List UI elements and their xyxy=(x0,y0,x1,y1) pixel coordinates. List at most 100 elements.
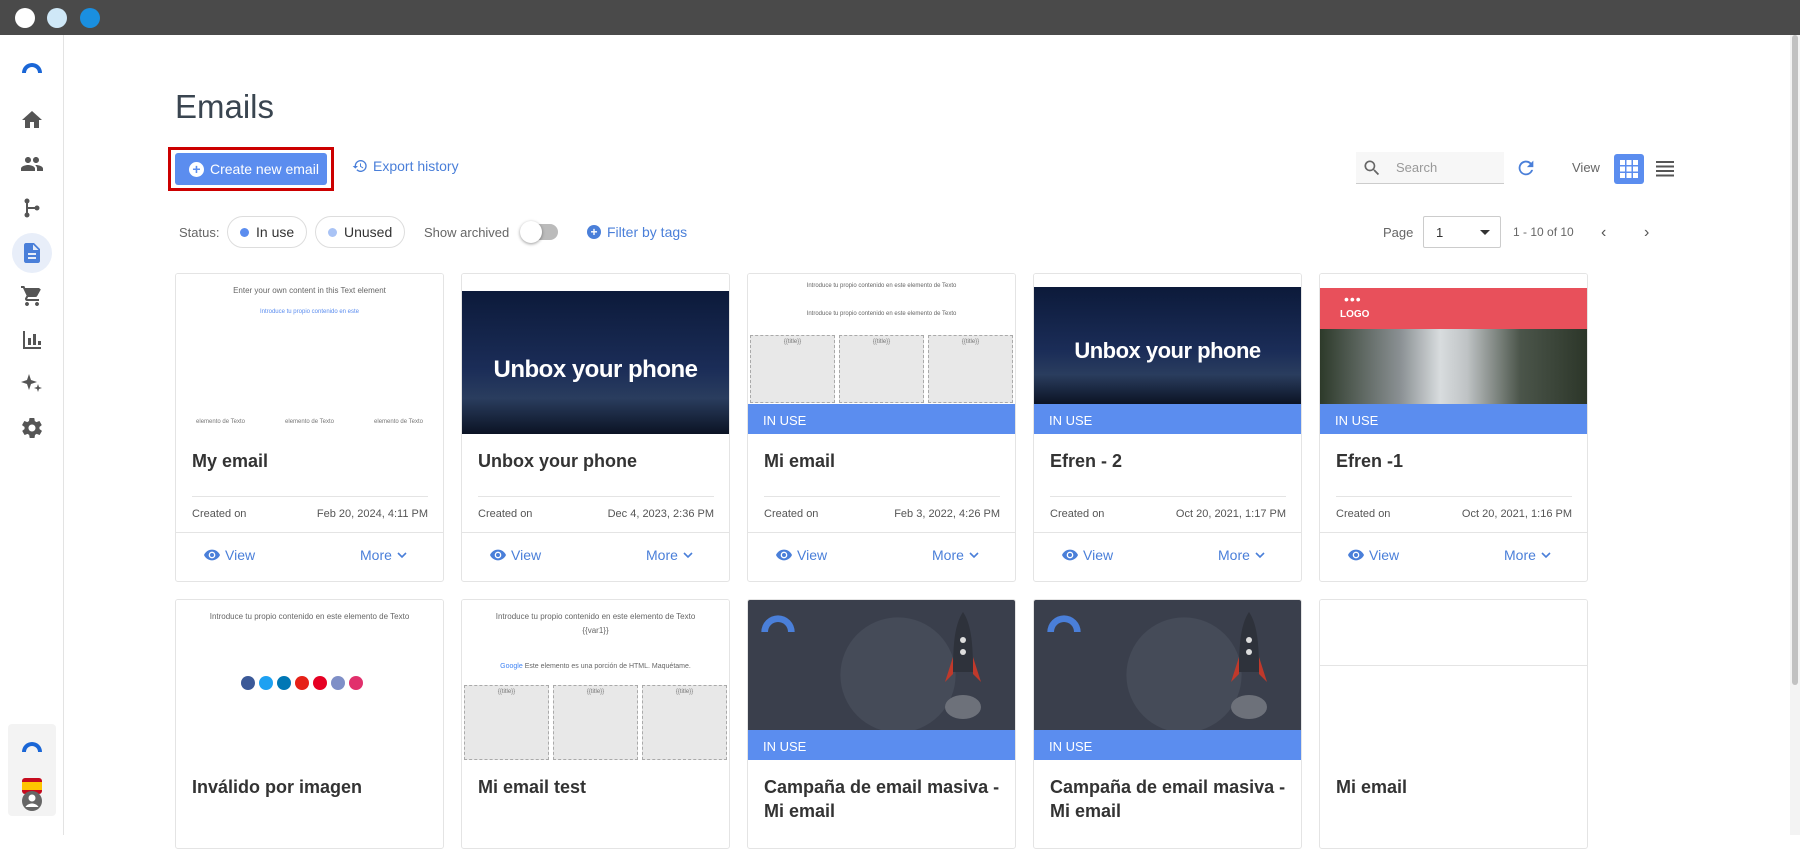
twitter-icon xyxy=(259,676,273,690)
more-label: More xyxy=(1218,547,1250,563)
reports-icon[interactable] xyxy=(18,326,46,354)
email-name: My email xyxy=(192,451,269,471)
export-history-link[interactable]: Export history xyxy=(352,158,459,174)
in-use-filter[interactable]: In use xyxy=(227,216,308,248)
filter-by-tags-label: Filter by tags xyxy=(607,224,688,240)
thumbnail-column: elemento de Texto xyxy=(178,416,263,425)
email-name: Unbox your phone xyxy=(478,451,637,471)
thumbnail-text: {{var1}} xyxy=(582,626,609,635)
email-card[interactable]: IN USE Campaña de email masiva - Mi emai… xyxy=(1033,599,1302,849)
google-text: Google xyxy=(500,663,523,670)
more-button[interactable]: More xyxy=(646,547,693,563)
email-name: Mi email xyxy=(1336,777,1408,797)
email-card[interactable]: Enter your own content in this Text elem… xyxy=(175,273,444,582)
email-card[interactable]: Unbox your phone IN USE Efren - 2 Create… xyxy=(1033,273,1302,582)
more-button[interactable]: More xyxy=(1218,547,1265,563)
show-archived-toggle[interactable] xyxy=(520,221,558,243)
eye-icon xyxy=(1062,549,1078,561)
email-name: Efren - 2 xyxy=(1050,451,1123,471)
refresh-icon[interactable] xyxy=(1515,157,1537,184)
more-button[interactable]: More xyxy=(360,547,407,563)
user-icon[interactable] xyxy=(18,787,46,815)
thumbnail-text: Introduce tu propio contenido en este el… xyxy=(806,283,957,289)
email-name: Mi email xyxy=(764,451,836,471)
search-field[interactable]: Search xyxy=(1356,152,1504,184)
email-card[interactable]: Introduce tu propio contenido en este el… xyxy=(461,599,730,849)
scrollbar-thumb[interactable] xyxy=(1792,35,1798,685)
home-icon[interactable] xyxy=(18,106,46,134)
logo-icon[interactable] xyxy=(18,732,46,760)
create-new-email-label: Create new email xyxy=(210,161,319,177)
card-actions: View More xyxy=(1320,532,1587,576)
more-button[interactable]: More xyxy=(932,547,979,563)
settings-icon[interactable] xyxy=(18,414,46,442)
thumbnail-column: elemento de Texto xyxy=(356,416,441,425)
email-name: Mi email test xyxy=(478,777,587,797)
contacts-icon[interactable] xyxy=(18,150,46,178)
logo-icon[interactable] xyxy=(18,53,46,81)
content-icon[interactable] xyxy=(12,233,52,273)
create-new-email-button[interactable]: + Create new email xyxy=(175,153,327,185)
thumbnail-column: {{title}} xyxy=(839,335,924,403)
view-button[interactable]: View xyxy=(204,547,255,563)
email-card[interactable]: Unbox your phone Unbox your phone Create… xyxy=(461,273,730,582)
globe-icon xyxy=(840,617,956,733)
ai-icon[interactable] xyxy=(18,370,46,398)
list-view-icon[interactable] xyxy=(1650,154,1680,184)
prev-page-icon[interactable]: ‹ xyxy=(1601,224,1606,242)
email-card[interactable]: Introduce tu propio contenido en este el… xyxy=(747,273,1016,582)
social-icons xyxy=(241,676,363,690)
email-thumbnail: IN USE xyxy=(1034,600,1301,760)
email-card[interactable]: Introduce tu propio contenido en este el… xyxy=(175,599,444,849)
logo-icon xyxy=(1047,615,1081,632)
thumbnail-html-text: Google Este elemento es una porción de H… xyxy=(462,663,729,670)
view-button[interactable]: View xyxy=(1348,547,1399,563)
view-button[interactable]: View xyxy=(1062,547,1113,563)
eye-icon xyxy=(776,549,792,561)
more-label: More xyxy=(646,547,678,563)
page-title: Emails xyxy=(175,88,275,125)
card-actions: View More xyxy=(462,532,729,576)
chevron-down-icon xyxy=(683,551,693,558)
thumbnail-column: {{title}} xyxy=(642,685,727,760)
thumbnail-text: Introduce tu propio contenido en este el… xyxy=(495,612,696,621)
flows-icon[interactable] xyxy=(18,194,46,222)
export-history-label: Export history xyxy=(373,158,459,174)
more-button[interactable]: More xyxy=(1504,547,1551,563)
email-thumbnail: Unbox your phone xyxy=(462,274,729,434)
window-close-icon[interactable] xyxy=(15,8,35,28)
thumbnail-columns: elemento de Texto elemento de Texto elem… xyxy=(176,416,443,425)
created-date: Feb 3, 2022, 4:26 PM xyxy=(894,508,1000,520)
window-minimize-icon[interactable] xyxy=(47,8,67,28)
unused-dot-icon xyxy=(328,227,337,237)
created-on-label: Created on xyxy=(478,508,533,520)
thumbnail-text: Unbox your phone xyxy=(1074,338,1261,363)
cart-icon[interactable] xyxy=(18,282,46,310)
chevron-down-icon xyxy=(397,551,407,558)
view-button[interactable]: View xyxy=(490,547,541,563)
next-page-icon[interactable]: › xyxy=(1644,224,1649,242)
in-use-badge: IN USE xyxy=(1034,404,1301,434)
instagram-icon xyxy=(349,676,363,690)
thumbnail-columns: {{title}} {{title}} {{title}} xyxy=(462,685,729,760)
in-use-badge: IN USE xyxy=(1320,404,1587,434)
email-card[interactable]: IN USE Campaña de email masiva - Mi emai… xyxy=(747,599,1016,849)
email-card[interactable]: ••• LOGO IN USE Efren -1 Created on Oct 2… xyxy=(1319,273,1588,582)
unused-filter[interactable]: Unused xyxy=(315,216,406,248)
search-placeholder: Search xyxy=(1396,160,1438,175)
email-thumbnail: Introduce tu propio contenido en este el… xyxy=(748,274,1015,434)
linkedin-icon xyxy=(277,676,291,690)
rocket-image xyxy=(1034,600,1301,733)
created-date: Feb 20, 2024, 4:11 PM xyxy=(316,508,428,520)
window-maximize-icon[interactable] xyxy=(80,8,100,28)
email-card[interactable]: Mi email xyxy=(1319,599,1588,849)
filter-by-tags-link[interactable]: + Filter by tags xyxy=(587,224,687,240)
thumbnail-column: {{title}} xyxy=(553,685,638,760)
facebook-icon xyxy=(241,676,255,690)
plus-circle-icon: + xyxy=(587,225,601,239)
view-button[interactable]: View xyxy=(776,547,827,563)
page-select[interactable]: 1 xyxy=(1423,216,1501,248)
created-date: Dec 4, 2023, 2:36 PM xyxy=(607,508,714,520)
grid-view-icon[interactable] xyxy=(1614,154,1644,184)
email-thumbnail: Introduce tu propio contenido en este el… xyxy=(176,600,443,760)
